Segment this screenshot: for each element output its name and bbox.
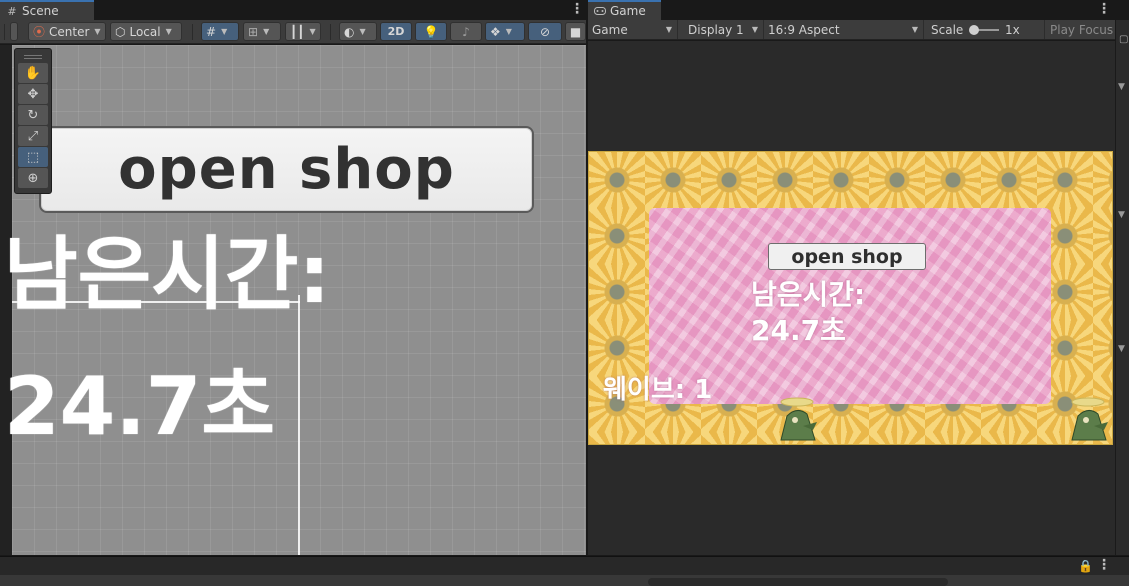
chevron-down-icon: ▼	[505, 27, 512, 36]
eye-slash-icon: ⊘	[539, 24, 551, 39]
grid-snap-icon: #	[206, 24, 217, 39]
collapse-arrow-icon[interactable]: ▼	[1118, 344, 1125, 354]
chevron-down-icon: ▼	[751, 25, 758, 34]
ruler-icon: ┃┃	[290, 24, 305, 39]
scale-slider-knob[interactable]	[969, 25, 979, 35]
space-dropdown[interactable]: ⬡ Local ▼	[110, 22, 182, 41]
open-shop-label: open shop	[118, 137, 455, 202]
pivot-label: Center	[49, 24, 90, 39]
console-toolbar	[0, 575, 1129, 586]
lightbulb-icon: 💡	[423, 24, 439, 39]
aspect-select-label: 16:9 Aspect	[768, 22, 840, 37]
display-select-label: Display 1	[688, 22, 744, 37]
timer-value: 24.7초	[4, 360, 275, 453]
scale-control[interactable]: Scale 1x	[927, 20, 1045, 39]
grid-snap-toggle[interactable]: # ▼	[201, 22, 239, 41]
wave-counter: 웨이브: 1	[603, 375, 713, 405]
inspector-collapsed-strip: ▢ ▼ ▼ ▼	[1115, 20, 1129, 555]
chevron-down-icon: ▼	[263, 27, 270, 36]
camera-icon: ■	[569, 24, 582, 39]
collapse-arrow-icon[interactable]: ▼	[1118, 82, 1125, 92]
audio-icon: ♪	[462, 24, 470, 39]
chevron-down-icon: ▼	[309, 27, 316, 36]
lock-icon[interactable]: 🔒	[1078, 559, 1093, 573]
scale-tool-icon[interactable]: ⤢	[18, 126, 48, 146]
view-select-label: Game	[592, 22, 628, 37]
effects-dropdown[interactable]: ❖ ▼	[485, 22, 525, 41]
toolbar-separator	[192, 24, 193, 40]
aspect-select[interactable]: 16:9 Aspect ▼	[764, 20, 924, 39]
transform-tool-icon[interactable]: ⊕	[18, 168, 48, 188]
open-shop-button[interactable]: open shop	[39, 126, 534, 213]
square-icon[interactable]: ▢	[1119, 34, 1128, 45]
effects-icon: ❖	[490, 24, 501, 39]
chevron-down-icon: ▼	[359, 27, 366, 36]
cube-icon: ⬡	[115, 24, 126, 39]
scene-menu-icon[interactable]: ⋮	[570, 2, 584, 18]
timer-label: 남은시간:	[4, 228, 331, 321]
tool-palette: ✋ ✥ ↻ ⤢ ⬚ ⊕	[14, 48, 52, 194]
game-screen[interactable]: open shop 남은시간: 24.7초 웨이브: 1	[588, 151, 1113, 445]
play-focus-label: Play Focus	[1050, 22, 1114, 37]
gamepad-icon	[594, 5, 606, 17]
play-focus-dropdown[interactable]: Play Focus	[1046, 20, 1115, 39]
visibility-toggle[interactable]: ⊘	[528, 22, 562, 41]
chevron-down-icon: ▼	[911, 25, 918, 34]
scale-label: Scale	[931, 22, 964, 37]
snap-grid-icon: ⊞	[248, 24, 259, 39]
game-open-shop-label: open shop	[791, 245, 903, 268]
pivot-icon: ⦿	[33, 25, 46, 39]
chevron-down-icon: ▼	[94, 27, 101, 36]
shading-sphere-icon: ◐	[344, 24, 355, 39]
hash-icon: #	[7, 4, 17, 18]
hand-tool-icon[interactable]: ✋	[18, 63, 48, 83]
toggle-2d-label: 2D	[387, 25, 405, 38]
game-menu-icon[interactable]: ⋮	[1097, 2, 1111, 18]
rect-tool-icon[interactable]: ⬚	[18, 147, 48, 167]
chevron-down-icon: ▼	[221, 27, 228, 36]
pivot-dropdown[interactable]: ⦿ Center ▼	[28, 22, 106, 41]
game-toolbar: Game ▼ Display 1 ▼ 16:9 Aspect ▼ Scale 1…	[588, 20, 1115, 40]
tab-game[interactable]: Game	[588, 0, 661, 20]
chevron-down-icon: ▼	[665, 25, 672, 34]
collapse-arrow-icon[interactable]: ▼	[1118, 210, 1125, 220]
tab-scene-label: Scene	[22, 4, 59, 18]
scale-value: 1x	[1005, 22, 1020, 37]
rotate-tool-icon[interactable]: ↻	[18, 105, 48, 125]
scene-view[interactable]: open shop 남은시간: 24.7초 ✋ ✥ ↻ ⤢ ⬚ ⊕	[0, 45, 586, 555]
camera-dropdown[interactable]: ■	[565, 22, 586, 41]
scene-toolbar: ⦿ Center ▼ ⬡ Local ▼ # ▼ ⊞ ▼ ┃┃ ▼ ◐ ▼ 2D…	[0, 20, 586, 44]
bottom-menu-icon[interactable]: ⋮	[1097, 557, 1111, 573]
chevron-down-icon: ▼	[165, 27, 172, 36]
audio-toggle[interactable]: ♪	[450, 22, 482, 41]
align-toggle[interactable]: ┃┃ ▼	[285, 22, 321, 41]
toolbar-separator	[330, 24, 331, 40]
lighting-toggle[interactable]: 💡	[415, 22, 447, 41]
game-open-shop-button[interactable]: open shop	[768, 243, 926, 270]
canvas-boundary-line	[298, 295, 300, 555]
game-timer-value: 24.7초	[751, 314, 846, 347]
palette-grip[interactable]	[18, 52, 48, 62]
toolbar-separator	[4, 24, 5, 40]
tab-game-label: Game	[610, 4, 646, 18]
draw-mode-dropdown[interactable]: ◐ ▼	[339, 22, 377, 41]
console-search-input[interactable]	[648, 578, 948, 586]
view-select[interactable]: Game ▼	[588, 20, 678, 39]
increment-snap-toggle[interactable]: ⊞ ▼	[243, 22, 281, 41]
monster-sprite	[780, 397, 817, 441]
toolbar-grip	[10, 22, 18, 41]
monster-sprite	[1071, 397, 1108, 441]
space-label: Local	[129, 24, 161, 39]
display-select[interactable]: Display 1 ▼	[684, 20, 764, 39]
tab-scene[interactable]: # Scene	[0, 0, 94, 20]
game-timer-label: 남은시간:	[751, 278, 866, 311]
toggle-2d-button[interactable]: 2D	[380, 22, 412, 41]
move-tool-icon[interactable]: ✥	[18, 84, 48, 104]
